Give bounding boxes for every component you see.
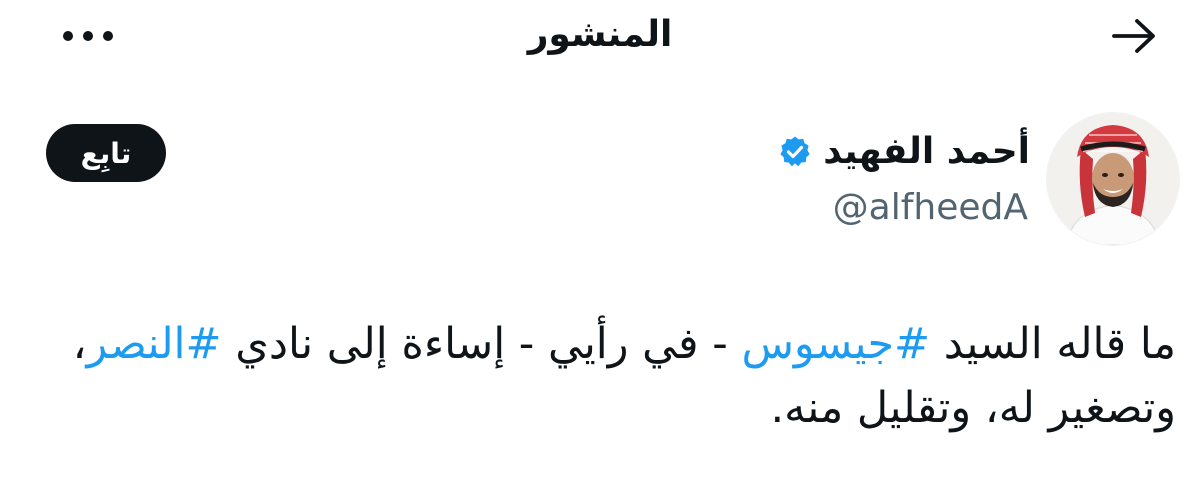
- author-display-name: أحمد الفهيد: [823, 131, 1030, 172]
- page-title: المنشور: [527, 14, 673, 55]
- author-handle[interactable]: @alfheedA: [833, 184, 1028, 232]
- arrow-right-icon: [1112, 19, 1155, 53]
- avatar[interactable]: [1046, 112, 1180, 246]
- verified-badge-icon: [777, 134, 813, 170]
- more-options-button[interactable]: [56, 16, 120, 56]
- more-dots-icon: [63, 31, 113, 41]
- tweet-text-segment: ما قاله السيد: [930, 319, 1176, 369]
- hashtag-link[interactable]: #النصر: [86, 319, 221, 369]
- author-name-row[interactable]: أحمد الفهيد: [777, 124, 1030, 180]
- avatar-photo: [1047, 113, 1179, 245]
- tweet-text-segment: - في رأيي - إساءة إلى نادي: [221, 319, 742, 369]
- tweet-text: ما قاله السيد #جيسوس - في رأيي - إساءة إ…: [40, 312, 1176, 440]
- post-header: المنشور: [0, 0, 1200, 80]
- follow-button[interactable]: تابِع: [46, 124, 166, 182]
- back-button[interactable]: [1104, 12, 1164, 60]
- hashtag-link[interactable]: #جيسوس: [741, 319, 930, 369]
